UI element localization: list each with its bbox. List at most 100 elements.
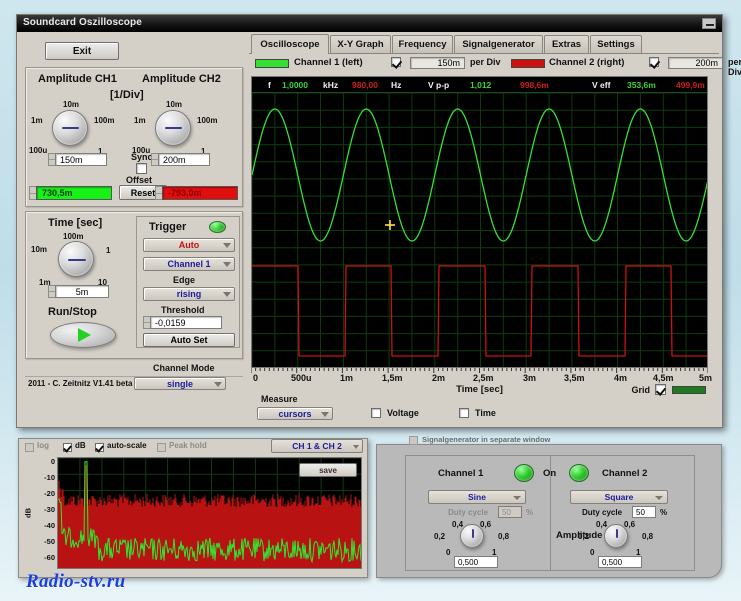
measure-time-checkbox[interactable]	[459, 408, 469, 418]
amp-ch1-tick-10m: 10m	[63, 100, 79, 109]
fft-save-button[interactable]: save	[299, 463, 357, 477]
fft-log-checkbox[interactable]	[25, 443, 34, 452]
offset-ch1-spinner[interactable]	[29, 186, 36, 200]
siggen-ch1-amplitude-knob[interactable]	[460, 524, 484, 548]
measure-voltage-checkbox[interactable]	[371, 408, 381, 418]
fft-channel-dropdown[interactable]: CH 1 & CH 2	[271, 439, 363, 453]
channel2-per-div-value[interactable]: 200m	[668, 57, 723, 69]
fft-autoscale-checkbox[interactable]	[95, 443, 104, 452]
window-titlebar[interactable]: Soundcard Oszilloscope	[17, 15, 722, 32]
fft-autoscale-label: auto-scale	[107, 441, 147, 450]
trigger-mode-dropdown[interactable]: Auto	[143, 238, 235, 252]
offset-ch2-spinner[interactable]	[155, 186, 162, 200]
tab-signalgenerator[interactable]: Signalgenerator	[454, 35, 543, 53]
trigger-source-dropdown[interactable]: Channel 1	[143, 257, 235, 271]
amp-ch2-spinner[interactable]	[151, 153, 158, 166]
amp-ch1-spinner[interactable]	[48, 153, 55, 166]
channel1-per-div-value[interactable]: 150m	[410, 57, 465, 69]
tab-extras[interactable]: Extras	[544, 35, 589, 53]
amplitude-ch1-title: Amplitude CH1	[38, 73, 117, 85]
measure-label: Measure	[261, 394, 298, 404]
grid-color-swatch[interactable]	[672, 386, 706, 394]
readout-f-ch2: 980,00	[352, 80, 378, 90]
fft-y-tick-2: -20	[44, 489, 55, 498]
auto-set-button[interactable]: Auto Set	[143, 333, 235, 347]
siggen-separate-window-checkbox[interactable]	[409, 436, 418, 445]
fft-y-axis-title: dB	[24, 508, 33, 518]
tab-settings[interactable]: Settings	[590, 35, 642, 53]
siggen-on-label: On	[543, 468, 556, 479]
trigger-edge-dropdown[interactable]: rising	[143, 287, 235, 301]
sg-ch2-tick-02: 0,2	[578, 532, 589, 541]
siggen-panel: Channel 1 On Channel 2 Sine Square Duty …	[405, 455, 695, 571]
amp-ch1-tick-1m: 1m	[31, 116, 43, 125]
siggen-ch1-amplitude-value[interactable]: 0,500	[454, 556, 498, 568]
fft-options-row: log dB auto-scale Peak hold CH 1 & CH 2	[19, 439, 367, 455]
time-knob[interactable]	[58, 241, 94, 277]
amplitude-unit-label: [1/Div]	[110, 89, 144, 101]
channel2-color-swatch[interactable]	[511, 59, 545, 68]
channel2-enable-checkbox[interactable]	[649, 57, 659, 67]
channel2-label: Channel 2 (right)	[549, 57, 624, 68]
x-tick-4: 2m	[432, 373, 445, 383]
measure-mode-dropdown[interactable]: cursors	[257, 407, 333, 420]
readout-veff-ch1: 353,6m	[627, 80, 656, 90]
sg-ch1-tick-0: 0	[446, 548, 450, 557]
channel1-color-swatch[interactable]	[255, 59, 289, 68]
exit-button[interactable]: Exit	[45, 42, 119, 60]
sync-checkbox[interactable]	[136, 163, 147, 174]
tab-oscilloscope[interactable]: Oscilloscope	[251, 34, 329, 54]
amplitude-ch1-knob[interactable]	[52, 110, 88, 146]
readout-f-label: f	[268, 80, 271, 90]
fft-peakhold-checkbox[interactable]	[157, 443, 166, 452]
threshold-value[interactable]: -0,0159	[150, 316, 222, 329]
scope-display[interactable]: f 1,0000 kHz 980,00 Hz V p-p 1,012 998,6…	[251, 76, 708, 368]
threshold-label: Threshold	[161, 305, 205, 315]
siggen-ch1-duty-value[interactable]: 50	[498, 506, 522, 518]
amplitude-ch1-value[interactable]: 150m	[55, 153, 107, 166]
siggen-ch2-waveform-dropdown[interactable]: Square	[570, 490, 668, 504]
run-stop-button[interactable]	[50, 322, 116, 348]
siggen-ch2-amplitude-knob[interactable]	[604, 524, 628, 548]
amplitude-ch2-knob[interactable]	[155, 110, 191, 146]
threshold-spinner[interactable]	[143, 316, 150, 329]
measurement-readout: f 1,0000 kHz 980,00 Hz V p-p 1,012 998,6…	[252, 77, 707, 93]
x-axis: 0 500u 1m 1,5m 2m 2,5m 3m 3,5m 4m 4,5m 5…	[251, 368, 708, 394]
time-title: Time [sec]	[48, 217, 102, 229]
fft-db-checkbox[interactable]	[63, 443, 72, 452]
fft-y-tick-0: 0	[51, 457, 55, 466]
minimize-icon[interactable]	[702, 18, 716, 29]
trigger-led	[209, 221, 226, 233]
waveform-plot[interactable]	[252, 93, 707, 367]
x-tick-1: 500u	[291, 373, 312, 383]
siggen-ch1-waveform-dropdown[interactable]: Sine	[428, 490, 526, 504]
sg-ch2-tick-06: 0,6	[624, 520, 635, 529]
trigger-title: Trigger	[149, 221, 186, 233]
sg-ch1-tick-06: 0,6	[480, 520, 491, 529]
siggen-ch2-duty-value[interactable]: 50	[632, 506, 656, 518]
amplitude-ch2-value[interactable]: 200m	[158, 153, 210, 166]
offset-ch2-value[interactable]: -793,0m	[162, 186, 238, 200]
siggen-ch2-amplitude-value[interactable]: 0,500	[598, 556, 642, 568]
measure-row: Measure cursors Voltage Time	[251, 394, 719, 424]
tab-xy-graph[interactable]: X-Y Graph	[330, 35, 391, 53]
trigger-edge-value: rising	[177, 289, 202, 299]
siggen-ch1-on-led[interactable]	[514, 464, 534, 482]
readout-vpp-ch2: 998,6m	[520, 80, 549, 90]
offset-ch1-value[interactable]: 730,5m	[36, 186, 112, 200]
channel-mode-dropdown[interactable]: single	[134, 377, 226, 390]
time-value[interactable]: 5m	[55, 285, 109, 298]
siggen-ch2-on-led[interactable]	[569, 464, 589, 482]
x-tick-2: 1m	[340, 373, 353, 383]
amp-ch1-tick-100m: 100m	[94, 116, 114, 125]
time-spinner[interactable]	[48, 285, 55, 298]
fft-channel-value: CH 1 & CH 2	[292, 441, 342, 451]
amp-ch2-tick-1m: 1m	[134, 116, 146, 125]
measure-mode-value: cursors	[278, 409, 311, 419]
channel1-enable-checkbox[interactable]	[391, 57, 401, 67]
fft-y-tick-4: -40	[44, 521, 55, 530]
scope-column: Oscilloscope X-Y Graph Frequency Signalg…	[249, 34, 719, 425]
watermark: Radio-stv.ru	[26, 571, 126, 593]
sg-ch2-tick-0: 0	[590, 548, 594, 557]
tab-frequency[interactable]: Frequency	[392, 35, 453, 53]
